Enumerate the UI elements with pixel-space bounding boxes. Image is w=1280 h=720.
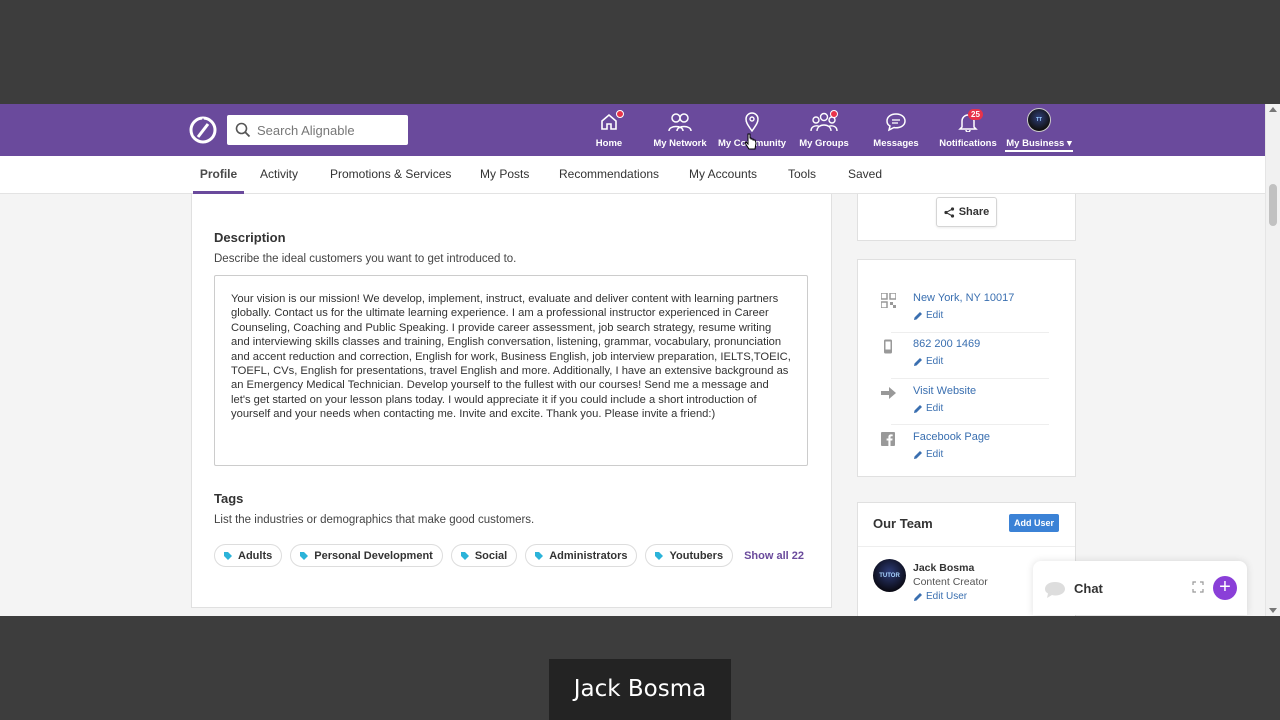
pencil-icon: [914, 357, 922, 366]
edit-website-link[interactable]: Edit: [913, 403, 943, 414]
tab-my-posts[interactable]: My Posts: [480, 156, 529, 194]
network-icon: [668, 113, 692, 132]
tab-activity[interactable]: Activity: [260, 156, 298, 194]
tag-chip[interactable]: Administrators: [525, 544, 638, 567]
tag-icon: [460, 551, 469, 560]
browser-viewport: Home My Network My Community My Groups: [0, 104, 1280, 616]
tab-promotions-services[interactable]: Promotions & Services: [330, 156, 451, 194]
chat-widget[interactable]: Chat +: [1033, 561, 1247, 615]
qr-code-icon: [880, 292, 896, 308]
description-textarea[interactable]: Your vision is our mission! We develop, …: [214, 275, 808, 466]
tag-chip[interactable]: Adults: [214, 544, 283, 567]
divider: [858, 546, 1075, 547]
tag-chip[interactable]: Youtubers: [645, 544, 734, 567]
search-box[interactable]: [227, 115, 408, 145]
nav-my-network-label: My Network: [653, 138, 707, 149]
expand-icon[interactable]: [1192, 581, 1204, 593]
nav-messages-label: Messages: [873, 138, 919, 149]
add-user-button[interactable]: Add User: [1009, 514, 1060, 532]
scroll-thumb[interactable]: [1269, 184, 1277, 226]
speaker-caption: Jack Bosma: [549, 659, 731, 720]
team-member-name: Jack Bosma: [913, 562, 975, 574]
nav-my-groups[interactable]: My Groups: [799, 108, 849, 152]
business-avatar: TT: [1027, 108, 1051, 132]
profile-edit-card: Description Describe the ideal customers…: [191, 194, 832, 608]
pencil-icon: [914, 450, 922, 459]
divider: [891, 332, 1049, 333]
website-link[interactable]: Visit Website: [913, 385, 976, 397]
tab-recommendations[interactable]: Recommendations: [559, 156, 659, 194]
groups-notification-dot: [830, 110, 838, 118]
divider: [891, 424, 1049, 425]
chat-bubble-icon: [1045, 582, 1065, 598]
tag-icon: [655, 551, 664, 560]
nav-home[interactable]: Home: [594, 108, 624, 152]
tab-saved[interactable]: Saved: [848, 156, 882, 194]
tag-icon: [535, 551, 544, 560]
nav-notifications[interactable]: 25 Notifications: [939, 108, 997, 152]
home-notification-dot: [616, 110, 624, 118]
phone-link[interactable]: 862 200 1469: [913, 338, 980, 350]
facebook-icon: [880, 431, 896, 447]
profile-tabs: Profile Activity Promotions & Services M…: [0, 156, 1265, 194]
chat-bubble-icon: [886, 113, 906, 132]
nav-messages[interactable]: Messages: [873, 108, 919, 152]
share-icon: [944, 206, 954, 218]
nav-home-label: Home: [595, 138, 623, 149]
our-team-title: Our Team: [873, 516, 933, 531]
contact-info-card: New York, NY 10017 Edit 862 200 1469 Edi…: [857, 259, 1076, 477]
tag-icon: [300, 551, 309, 560]
top-nav-bar: Home My Network My Community My Groups: [0, 104, 1265, 156]
chat-label: Chat: [1074, 581, 1103, 596]
edit-facebook-link[interactable]: Edit: [913, 449, 943, 460]
avatar[interactable]: TUTOR: [873, 559, 906, 592]
search-input[interactable]: [257, 122, 397, 138]
tags-title: Tags: [214, 491, 244, 506]
share-button[interactable]: Share: [936, 197, 997, 227]
notifications-count-badge: 25: [968, 109, 983, 120]
tab-my-accounts[interactable]: My Accounts: [689, 156, 757, 194]
tab-profile[interactable]: Profile: [193, 156, 244, 194]
description-title: Description: [214, 230, 286, 245]
pencil-icon: [914, 592, 922, 601]
nav-notifications-label: Notifications: [939, 138, 997, 149]
team-member-role: Content Creator: [913, 576, 988, 588]
scroll-up-arrow-icon[interactable]: [1269, 107, 1277, 112]
nav-my-business[interactable]: TT My Business ▾: [1005, 108, 1073, 152]
share-card: Share: [857, 194, 1076, 241]
tag-icon: [224, 551, 232, 560]
pencil-icon: [914, 311, 922, 320]
pencil-icon: [914, 404, 922, 413]
share-label: Share: [958, 206, 990, 218]
tag-chip[interactable]: Personal Development: [290, 544, 443, 567]
tags-list: Adults Personal Development Social Admin…: [214, 544, 804, 567]
nav-my-business-label: My Business ▾: [1006, 138, 1072, 149]
edit-user-link[interactable]: Edit User: [913, 591, 967, 602]
facebook-link[interactable]: Facebook Page: [913, 431, 990, 443]
nav-my-groups-label: My Groups: [799, 138, 849, 149]
alignable-logo-icon[interactable]: [189, 116, 217, 144]
divider: [891, 378, 1049, 379]
dropdown-caret-icon: ▾: [1066, 138, 1072, 149]
edit-location-link[interactable]: Edit: [913, 310, 943, 321]
page-scrollbar[interactable]: [1265, 104, 1280, 616]
mouse-pointer-icon: [744, 133, 757, 150]
new-chat-button[interactable]: +: [1213, 576, 1237, 600]
location-link[interactable]: New York, NY 10017: [913, 292, 1014, 304]
tab-tools[interactable]: Tools: [788, 156, 816, 194]
scroll-down-arrow-icon[interactable]: [1269, 608, 1277, 613]
edit-phone-link[interactable]: Edit: [913, 356, 943, 367]
tags-subtitle: List the industries or demographics that…: [214, 514, 535, 526]
nav-my-network[interactable]: My Network: [652, 108, 708, 152]
description-subtitle: Describe the ideal customers you want to…: [214, 253, 517, 265]
phone-icon: [880, 338, 896, 354]
show-all-tags-link[interactable]: Show all 22: [744, 550, 804, 562]
arrow-right-icon: [880, 385, 896, 401]
location-pin-icon: [745, 112, 759, 132]
search-icon: [235, 122, 251, 138]
tag-chip[interactable]: Social: [450, 544, 518, 567]
